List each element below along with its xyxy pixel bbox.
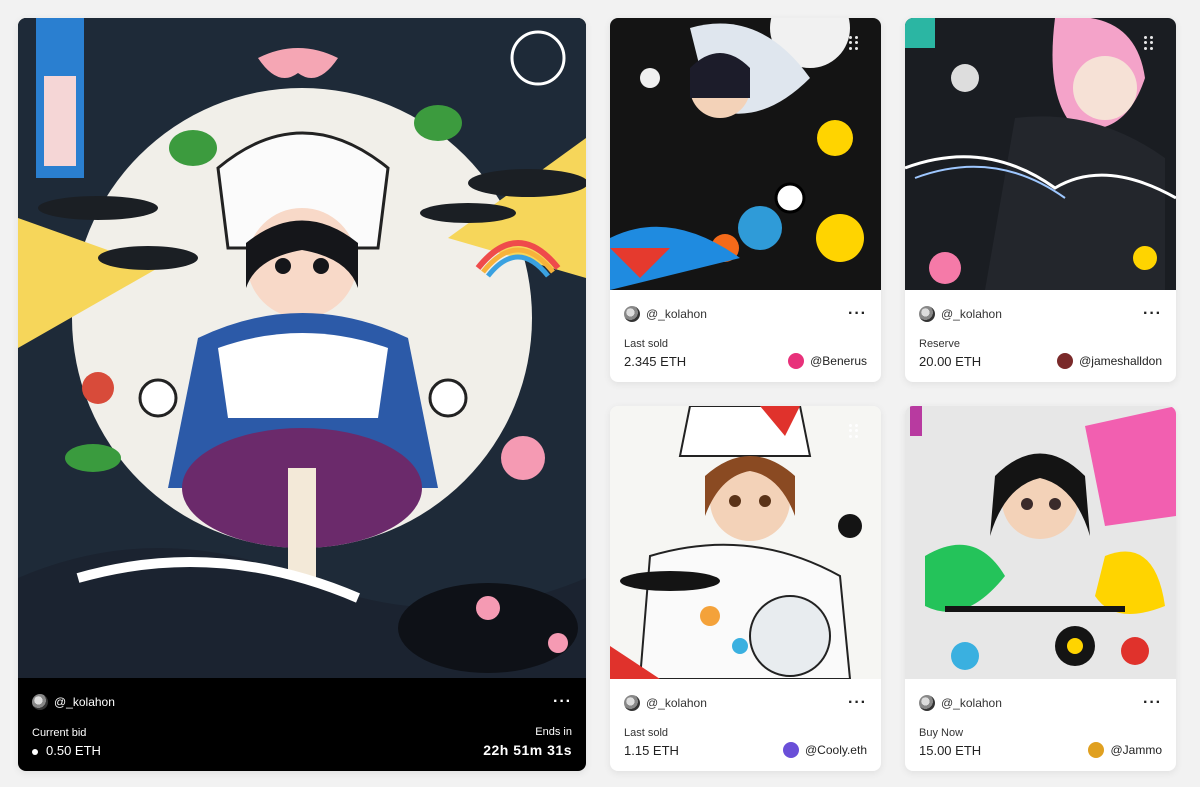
creator-avatar-icon bbox=[919, 695, 935, 711]
featured-card-footer: @_kolahon ··· Current bid 0.50 ETH Ends … bbox=[18, 678, 586, 771]
owner-handle: @jameshalldon bbox=[1079, 354, 1162, 368]
nft-card[interactable]: @_kolahon ··· Last sold 2.345 ETH @Bener… bbox=[610, 18, 881, 382]
featured-nft-card[interactable]: @_kolahon ··· Current bid 0.50 ETH Ends … bbox=[18, 18, 586, 771]
auction-timer-block: Ends in 22h 51m 31s bbox=[483, 726, 572, 758]
creator-link[interactable]: @_kolahon bbox=[624, 695, 707, 711]
nft-artwork-image[interactable] bbox=[610, 406, 881, 679]
owner-avatar-icon bbox=[788, 353, 805, 369]
price-value: 1.15 ETH bbox=[624, 743, 679, 758]
more-horizontal-icon[interactable]: ··· bbox=[553, 694, 572, 710]
nft-card[interactable]: @_kolahon ··· Reserve 20.00 ETH @jamesha… bbox=[905, 18, 1176, 382]
price-amount: 0.50 ETH bbox=[46, 743, 101, 758]
live-dot-icon bbox=[32, 748, 38, 755]
price-row: Last sold 1.15 ETH @Cooly.eth bbox=[624, 727, 867, 758]
creator-row: @_kolahon ··· bbox=[624, 693, 867, 713]
price-block: Last sold 2.345 ETH bbox=[624, 338, 686, 369]
owner-link[interactable]: @Jammo bbox=[1088, 742, 1162, 758]
drag-handle-icon[interactable] bbox=[849, 424, 861, 438]
price-block: Last sold 1.15 ETH bbox=[624, 727, 679, 758]
owner-link[interactable]: @Benerus bbox=[788, 353, 867, 369]
timer-value: 22h 51m 31s bbox=[483, 742, 572, 758]
price-row: Current bid 0.50 ETH Ends in 22h 51m 31s bbox=[32, 726, 572, 758]
creator-link[interactable]: @_kolahon bbox=[32, 694, 115, 710]
more-horizontal-icon[interactable]: ··· bbox=[848, 306, 867, 322]
nft-card[interactable]: @_kolahon ··· Buy Now 15.00 ETH @Jammo bbox=[905, 406, 1176, 771]
price-row: Last sold 2.345 ETH @Benerus bbox=[624, 338, 867, 369]
creator-handle: @_kolahon bbox=[646, 307, 707, 321]
card-footer: @_kolahon ··· Buy Now 15.00 ETH @Jammo bbox=[905, 679, 1176, 771]
card-footer: @_kolahon ··· Reserve 20.00 ETH @jamesha… bbox=[905, 290, 1176, 382]
creator-avatar-icon bbox=[624, 306, 640, 322]
creator-avatar-icon bbox=[919, 306, 935, 322]
nft-artwork-image[interactable] bbox=[905, 18, 1176, 290]
owner-handle: @Jammo bbox=[1110, 743, 1162, 757]
more-horizontal-icon[interactable]: ··· bbox=[1143, 695, 1162, 711]
more-horizontal-icon[interactable]: ··· bbox=[848, 695, 867, 711]
price-value: 15.00 ETH bbox=[919, 743, 982, 758]
current-bid-block: Current bid 0.50 ETH bbox=[32, 727, 101, 758]
creator-handle: @_kolahon bbox=[941, 307, 1002, 321]
card-footer: @_kolahon ··· Last sold 1.15 ETH @Cooly.… bbox=[610, 679, 881, 771]
timer-label: Ends in bbox=[535, 726, 572, 738]
nft-artwork-image[interactable] bbox=[610, 18, 881, 290]
creator-row: @_kolahon ··· bbox=[919, 693, 1162, 713]
price-label: Last sold bbox=[624, 338, 669, 350]
price-value: 20.00 ETH bbox=[919, 354, 982, 369]
owner-avatar-icon bbox=[1088, 742, 1105, 758]
creator-row: @_kolahon ··· bbox=[32, 692, 572, 712]
price-label: Buy Now bbox=[919, 727, 964, 739]
creator-link[interactable]: @_kolahon bbox=[919, 695, 1002, 711]
creator-handle: @_kolahon bbox=[646, 696, 707, 710]
creator-handle: @_kolahon bbox=[54, 695, 115, 709]
nft-artwork-image[interactable] bbox=[905, 406, 1176, 679]
nft-grid: @_kolahon ··· Current bid 0.50 ETH Ends … bbox=[0, 0, 1200, 787]
creator-link[interactable]: @_kolahon bbox=[624, 306, 707, 322]
owner-avatar-icon bbox=[1057, 353, 1074, 369]
price-block: Reserve 20.00 ETH bbox=[919, 338, 981, 369]
creator-handle: @_kolahon bbox=[941, 696, 1002, 710]
creator-avatar-icon bbox=[32, 694, 48, 710]
creator-link[interactable]: @_kolahon bbox=[919, 306, 1002, 322]
price-label: Reserve bbox=[919, 338, 960, 350]
price-block: Buy Now 15.00 ETH bbox=[919, 727, 981, 758]
price-row: Buy Now 15.00 ETH @Jammo bbox=[919, 727, 1162, 758]
creator-row: @_kolahon ··· bbox=[624, 304, 867, 324]
price-row: Reserve 20.00 ETH @jameshalldon bbox=[919, 338, 1162, 369]
card-footer: @_kolahon ··· Last sold 2.345 ETH @Bener… bbox=[610, 290, 881, 382]
price-label: Last sold bbox=[624, 727, 669, 739]
featured-artwork-image[interactable] bbox=[18, 18, 586, 678]
nft-card[interactable]: @_kolahon ··· Last sold 1.15 ETH @Cooly.… bbox=[610, 406, 881, 771]
owner-link[interactable]: @Cooly.eth bbox=[783, 742, 867, 758]
drag-handle-icon[interactable] bbox=[849, 36, 861, 50]
owner-avatar-icon bbox=[783, 742, 799, 758]
drag-handle-icon[interactable] bbox=[1144, 36, 1156, 50]
creator-row: @_kolahon ··· bbox=[919, 304, 1162, 324]
owner-handle: @Cooly.eth bbox=[805, 743, 867, 757]
price-value: 2.345 ETH bbox=[624, 354, 687, 369]
more-horizontal-icon[interactable]: ··· bbox=[1143, 306, 1162, 322]
price-label: Current bid bbox=[32, 727, 87, 739]
creator-avatar-icon bbox=[624, 695, 640, 711]
owner-handle: @Benerus bbox=[810, 354, 867, 368]
price-value: 0.50 ETH bbox=[32, 743, 101, 758]
owner-link[interactable]: @jameshalldon bbox=[1057, 353, 1162, 369]
